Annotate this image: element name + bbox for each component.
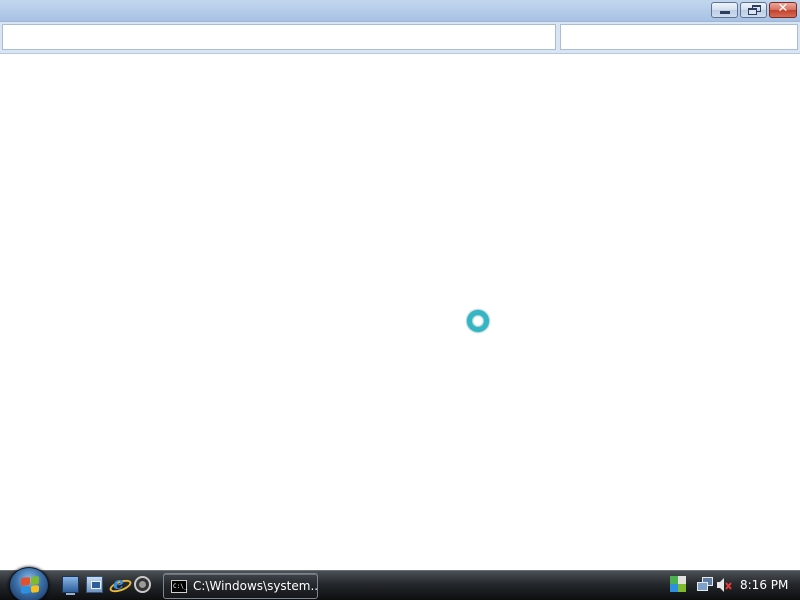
taskbar-button-command-prompt[interactable]: C:\_ C:\Windows\system... — [163, 573, 318, 599]
window-toolbar — [0, 22, 800, 54]
taskbar: e C:\_ C:\Windows\system... 8:16 PM — [0, 567, 800, 600]
show-desktop-icon[interactable] — [62, 576, 79, 595]
start-button[interactable] — [9, 567, 49, 600]
busy-cursor-icon — [467, 310, 489, 332]
search-box[interactable] — [560, 24, 798, 50]
taskbar-button-label: C:\Windows\system... — [193, 579, 317, 593]
network-connection-icon[interactable] — [697, 577, 713, 593]
minimize-button[interactable] — [711, 2, 738, 18]
network-icon[interactable] — [670, 576, 686, 593]
close-button[interactable]: ✕ — [769, 1, 797, 18]
desktop-screen: ✕ e C:\_ C:\Windows\system... 8:16 PM — [0, 0, 800, 600]
system-tray: 8:16 PM — [664, 571, 800, 600]
command-prompt-icon: C:\_ — [171, 579, 187, 593]
restore-icon — [741, 3, 766, 17]
clock[interactable]: 8:16 PM — [740, 578, 788, 592]
window-title-bar[interactable]: ✕ — [0, 0, 800, 22]
caption-buttons: ✕ — [711, 1, 797, 18]
quick-launch-bar: e — [62, 576, 151, 595]
close-icon: ✕ — [777, 1, 789, 16]
switch-windows-icon[interactable] — [86, 576, 103, 593]
address-bar[interactable] — [2, 24, 556, 50]
volume-muted-icon[interactable] — [716, 577, 732, 593]
media-player-icon[interactable] — [134, 576, 151, 593]
internet-explorer-icon[interactable]: e — [110, 576, 127, 593]
minimize-icon — [712, 3, 737, 17]
restore-button[interactable] — [740, 2, 767, 18]
windows-flag-icon — [21, 576, 39, 594]
